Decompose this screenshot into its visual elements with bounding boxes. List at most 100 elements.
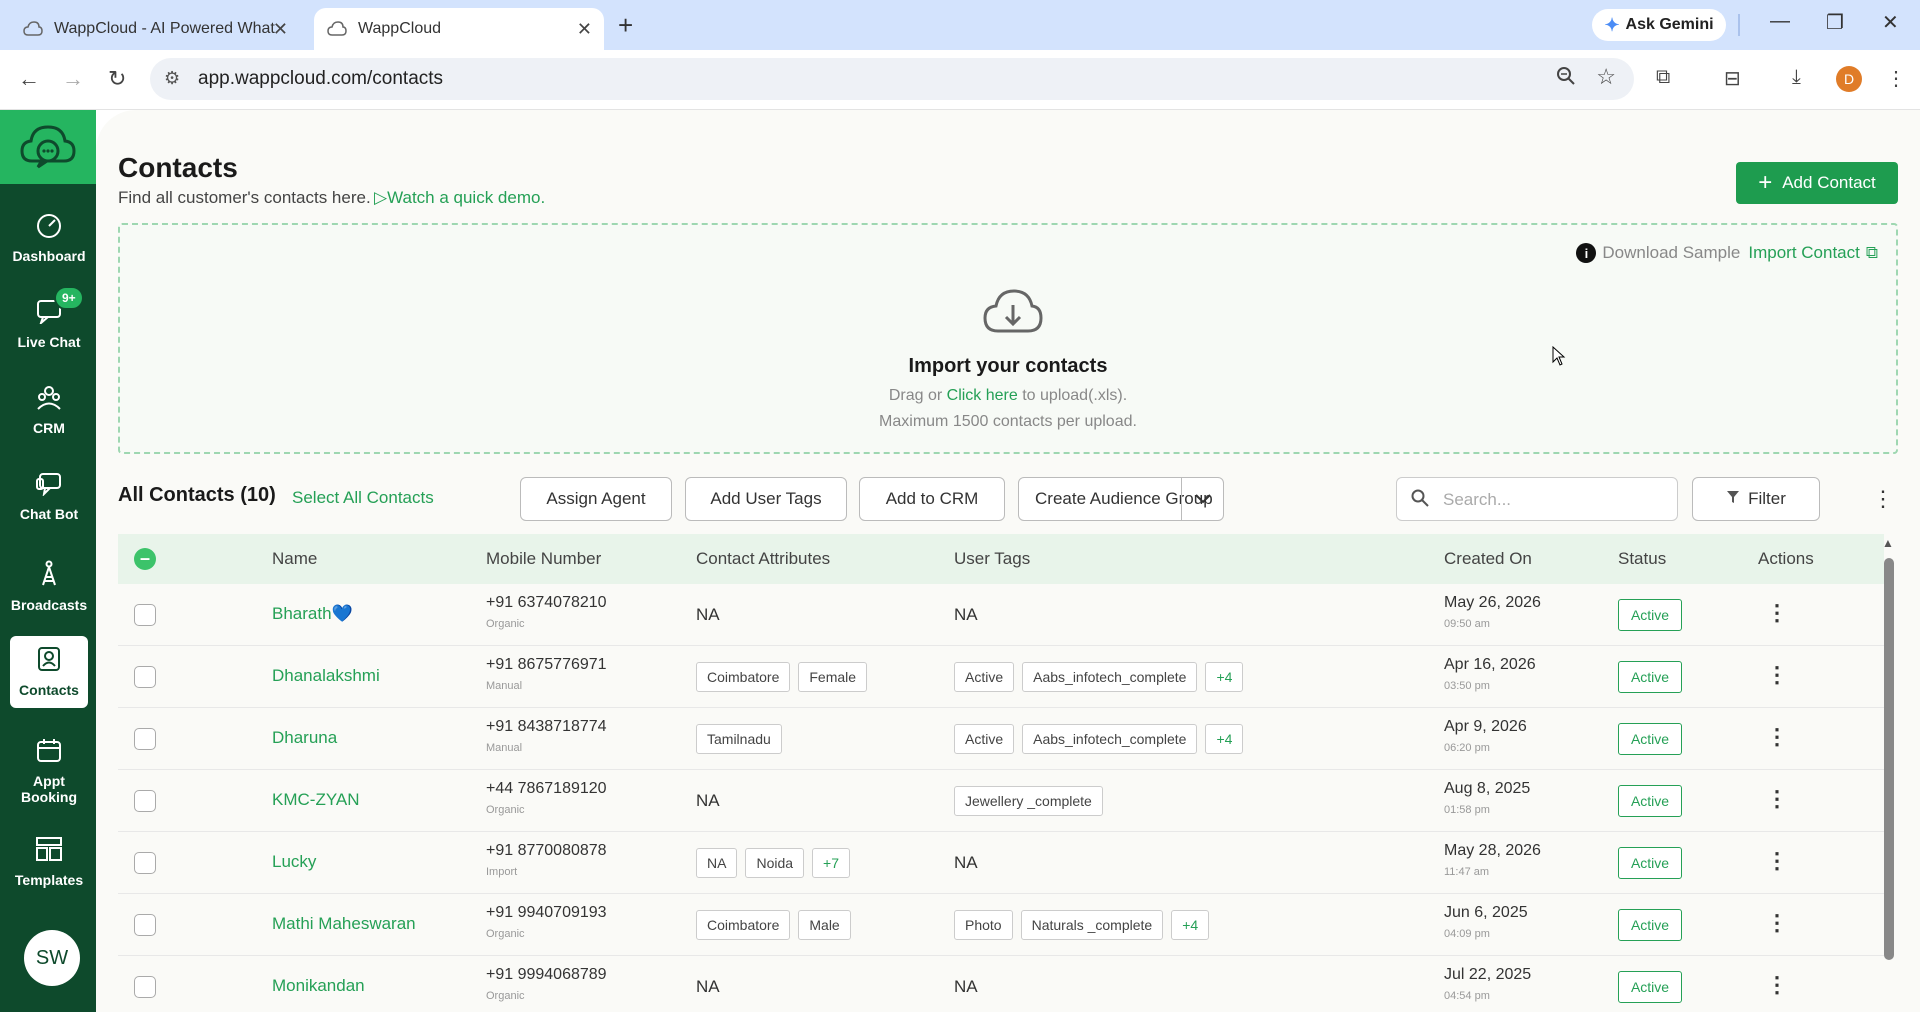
calendar-icon — [35, 737, 63, 769]
copy-icon[interactable]: ⧉ — [1866, 243, 1878, 263]
page-title: Contacts — [118, 152, 238, 183]
add-user-tags-button[interactable]: Add User Tags — [685, 477, 847, 521]
mobile-number: +91 8438718774 — [486, 718, 607, 735]
contact-name-link[interactable]: Dhanalakshmi — [272, 666, 380, 686]
close-window-icon[interactable]: ✕ — [1882, 10, 1899, 35]
table-row: Dhanalakshmi +91 8675776971 Manual Coimbato… — [118, 646, 1884, 708]
app-logo[interactable] — [0, 110, 96, 184]
sidebar-item-dashboard[interactable]: Dashboard — [10, 202, 88, 274]
created-time: 11:47 am — [1444, 866, 1490, 878]
chevron-down-icon[interactable] — [1181, 478, 1223, 520]
extensions-icon[interactable]: ⧉ — [1656, 66, 1670, 89]
profile-avatar[interactable]: D — [1836, 66, 1862, 92]
column-header[interactable]: Mobile Number — [486, 549, 601, 569]
import-dropzone[interactable]: i Download Sample Import Contact ⧉ Impor… — [118, 223, 1898, 454]
tag-chip: Jewellery _complete — [954, 786, 1103, 816]
scrollbar-thumb[interactable] — [1884, 558, 1894, 960]
row-actions-icon[interactable]: ⋮ — [1766, 786, 1788, 812]
row-checkbox[interactable] — [134, 852, 156, 874]
row-actions-icon[interactable]: ⋮ — [1766, 848, 1788, 874]
url-text[interactable]: app.wappcloud.com/contacts — [198, 68, 443, 90]
row-checkbox[interactable] — [134, 666, 156, 688]
row-actions-icon[interactable]: ⋮ — [1766, 972, 1788, 998]
browser-tab-bar: WappCloud - AI Powered What ✕ WappCloud … — [0, 0, 1920, 50]
zoom-icon[interactable] — [1556, 66, 1576, 92]
browser-menu-icon[interactable]: ⋮ — [1886, 66, 1906, 91]
assign-agent-button[interactable]: Assign Agent — [520, 477, 672, 521]
address-bar[interactable]: ⚙ app.wappcloud.com/contacts ☆ — [150, 58, 1634, 100]
contact-name-link[interactable]: Lucky — [272, 852, 316, 872]
restore-icon[interactable]: ❐ — [1826, 10, 1844, 35]
search-input[interactable]: Search... — [1396, 477, 1678, 521]
sidebar-item-broadcasts[interactable]: Broadcasts — [10, 546, 88, 626]
contacts-table: – Name Mobile Number Contact Attributes … — [118, 534, 1884, 1012]
contact-name-link[interactable]: KMC-ZYAN — [272, 790, 360, 810]
contact-source: Organic — [486, 990, 525, 1002]
download-icon[interactable]: ⤓ — [1792, 66, 1801, 89]
sidebar-item-crm[interactable]: CRM — [10, 374, 88, 446]
row-checkbox[interactable] — [134, 604, 156, 626]
more-chip[interactable]: +7 — [812, 848, 851, 878]
contact-attributes: Tamilnadu — [696, 724, 782, 754]
contacts-icon — [35, 646, 63, 678]
add-to-crm-button[interactable]: Add to CRM — [859, 477, 1005, 521]
reload-icon[interactable]: ↻ — [108, 66, 126, 92]
row-checkbox[interactable] — [134, 790, 156, 812]
sidebar-item-templates[interactable]: Templates — [10, 826, 88, 898]
more-options-icon[interactable]: ⋮ — [1872, 486, 1894, 512]
column-header[interactable]: Created On — [1444, 549, 1532, 569]
select-all-checkbox[interactable]: – — [134, 548, 156, 570]
row-checkbox[interactable] — [134, 914, 156, 936]
mobile-number: +91 8770080878 — [486, 842, 607, 859]
close-icon[interactable]: ✕ — [273, 19, 288, 40]
back-icon[interactable]: ← — [18, 66, 40, 92]
row-actions-icon[interactable]: ⋮ — [1766, 600, 1788, 626]
column-header: Contact Attributes — [696, 549, 831, 568]
row-actions-icon[interactable]: ⋮ — [1766, 724, 1788, 750]
tab-search-icon[interactable]: ⊟ — [1724, 66, 1741, 91]
sidebar-item-live-chat[interactable]: 9+ Live Chat — [10, 286, 88, 360]
sidebar-item-contacts[interactable]: Contacts — [10, 636, 88, 708]
watch-demo-link[interactable]: ▷Watch a quick demo. — [374, 188, 545, 208]
select-all-contacts-link[interactable]: Select All Contacts — [292, 488, 434, 508]
contact-attributes: NA — [696, 972, 720, 997]
row-checkbox[interactable] — [134, 976, 156, 998]
tag-chip: Aabs_infotech_complete — [1022, 662, 1198, 692]
import-contact-link[interactable]: Import Contact — [1748, 243, 1860, 263]
create-audience-group-button[interactable]: Create Audience Group — [1018, 477, 1224, 521]
sidebar-item-chat-bot[interactable]: Chat Bot — [10, 460, 88, 532]
close-icon[interactable]: ✕ — [577, 19, 592, 40]
minimize-icon[interactable]: — — [1770, 10, 1790, 33]
more-chip[interactable]: +4 — [1205, 724, 1244, 754]
user-tags: Active Aabs_infotech_complete +4 — [954, 662, 1244, 692]
row-actions-icon[interactable]: ⋮ — [1766, 910, 1788, 936]
sidebar-item-appt-booking[interactable]: Appt Booking — [10, 726, 88, 816]
tag-chip: Tamilnadu — [696, 724, 782, 754]
created-date: May 28, 2026 — [1444, 842, 1541, 859]
browser-tab-2[interactable]: WappCloud ✕ — [314, 8, 604, 50]
add-contact-button[interactable]: + Add Contact — [1736, 162, 1898, 204]
scroll-up-arrow-icon[interactable]: ▲ — [1882, 536, 1894, 550]
click-here-link[interactable]: Click here — [947, 387, 1018, 404]
contact-name-link[interactable]: Monikandan — [272, 976, 365, 996]
user-avatar[interactable]: SW — [24, 930, 80, 986]
row-actions-icon[interactable]: ⋮ — [1766, 662, 1788, 688]
contact-name-link[interactable]: Bharath💙 — [272, 604, 353, 624]
tab-title: WappCloud - AI Powered What — [54, 20, 275, 37]
table-row: Bharath💙 +91 6374078210 Organic NA NA May 26,… — [118, 584, 1884, 646]
ask-gemini-button[interactable]: ✦ Ask Gemini — [1592, 9, 1726, 41]
column-header[interactable]: Name — [272, 549, 317, 569]
contact-name-link[interactable]: Mathi Maheswaran — [272, 914, 416, 934]
more-chip[interactable]: +4 — [1171, 910, 1210, 940]
contact-name-link[interactable]: Dharuna — [272, 728, 337, 748]
more-chip[interactable]: +4 — [1205, 662, 1244, 692]
site-settings-icon[interactable]: ⚙ — [164, 68, 180, 89]
browser-tab-1[interactable]: WappCloud - AI Powered What ✕ — [22, 8, 294, 50]
forward-icon[interactable]: → — [62, 66, 84, 92]
row-checkbox[interactable] — [134, 728, 156, 750]
user-tags: Jewellery _complete — [954, 786, 1103, 816]
bookmark-star-icon[interactable]: ☆ — [1596, 64, 1616, 90]
filter-button[interactable]: Filter — [1692, 477, 1820, 521]
tag-chip: Coimbatore — [696, 910, 791, 940]
new-tab-icon[interactable]: + — [618, 10, 633, 41]
